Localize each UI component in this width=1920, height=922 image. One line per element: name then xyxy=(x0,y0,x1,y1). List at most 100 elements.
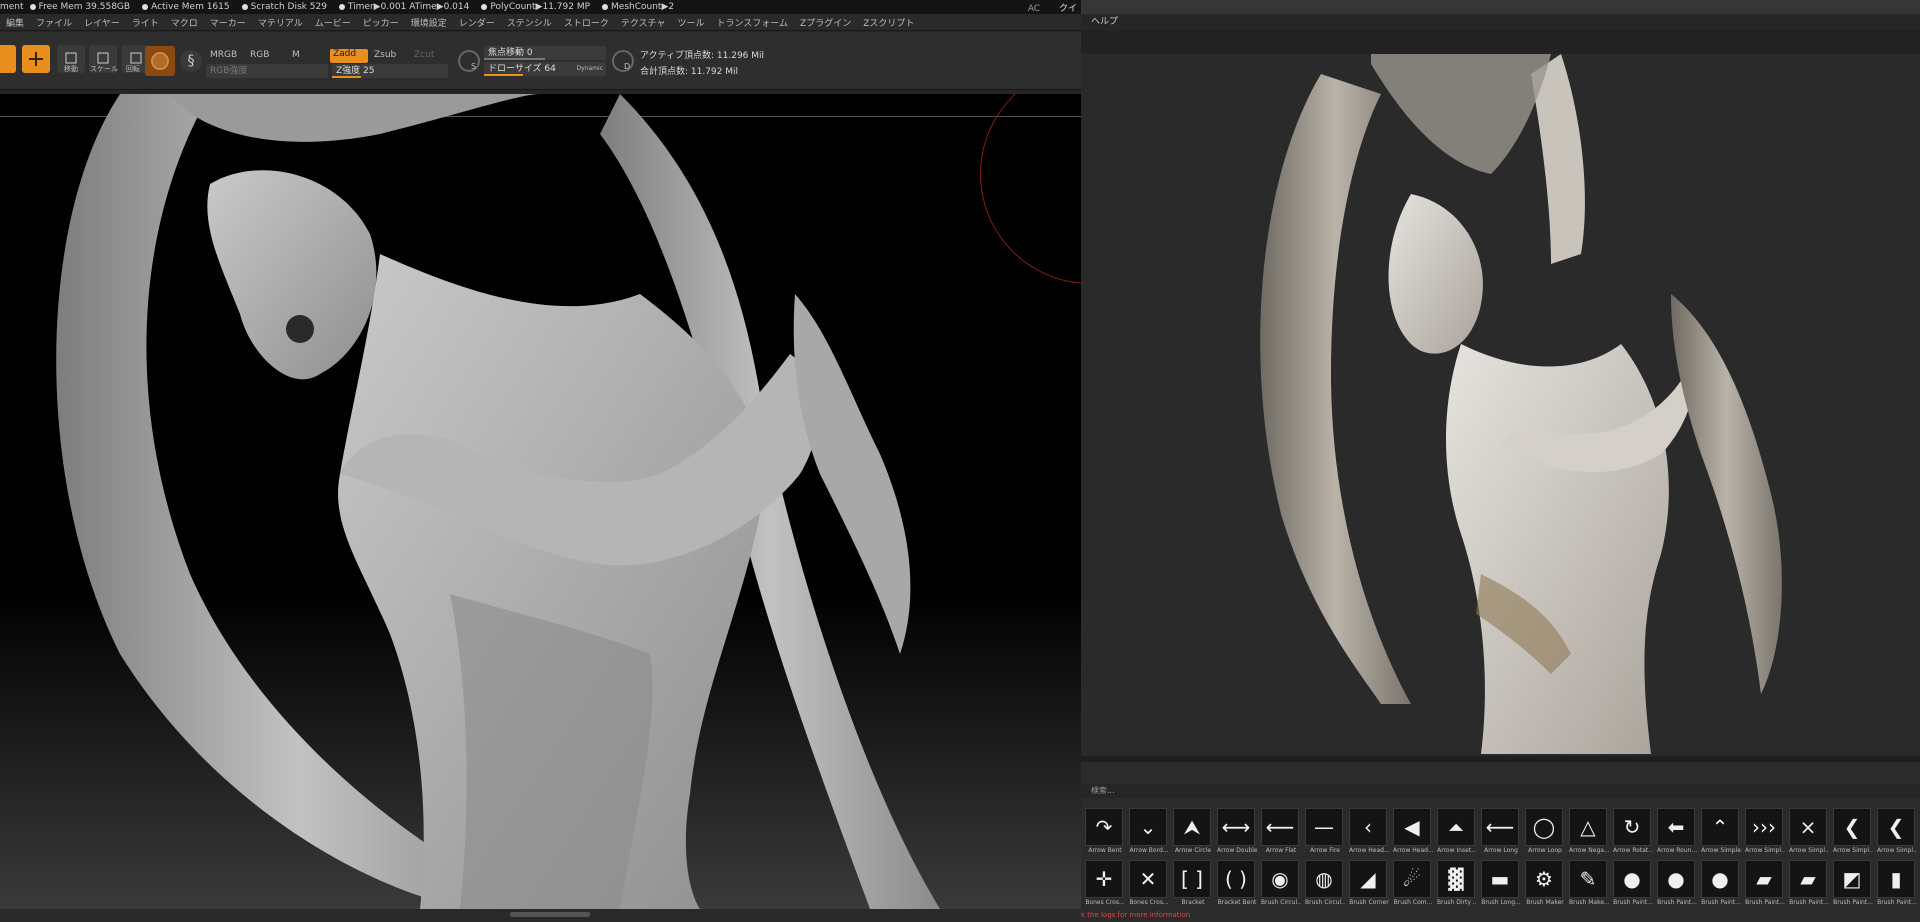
sculpt-viewport[interactable] xyxy=(0,94,1081,909)
brush-item[interactable]: ◯ Arrow Loop xyxy=(1525,808,1565,858)
brush-item[interactable]: ⏶ Arrow Inset... xyxy=(1437,808,1477,858)
menu-edit[interactable]: 編集 xyxy=(6,16,24,29)
menu-stroke[interactable]: ストローク xyxy=(564,16,609,29)
brush-item[interactable]: ↷ Arrow Bent xyxy=(1085,808,1125,858)
menu-render[interactable]: レンダー xyxy=(459,16,495,29)
brush-item[interactable]: ☄ Brush Com... xyxy=(1393,860,1433,910)
brush-item[interactable]: ❮ Arrow Simpl... xyxy=(1833,808,1873,858)
menu-macro[interactable]: マクロ xyxy=(171,16,198,29)
stroke-icon[interactable]: § xyxy=(180,50,202,72)
brush-item[interactable]: ● Brush Paint... xyxy=(1657,860,1697,910)
draw-size-slider[interactable]: ドローサイズ 64 Dynamic xyxy=(484,62,606,76)
menu-layer[interactable]: レイヤー xyxy=(84,16,120,29)
brush-item[interactable]: ● Brush Paint... xyxy=(1613,860,1653,910)
brush-maker-icon: ⚙ xyxy=(1525,860,1563,898)
brush-item[interactable]: ◀ Arrow Head... xyxy=(1393,808,1433,858)
brush-name: Arrow Inset... xyxy=(1437,847,1477,854)
brush-item[interactable]: ⬅ Arrow Roun... xyxy=(1657,808,1697,858)
menu-marker[interactable]: マーカー xyxy=(210,16,246,29)
draw-button[interactable] xyxy=(22,45,50,73)
draw-size-fill xyxy=(484,74,524,76)
brush-item[interactable]: ❮ Arrow Simpl... xyxy=(1877,808,1917,858)
menu-file[interactable]: ファイル xyxy=(36,16,72,29)
arrow-simple-3-icon: ⨯ xyxy=(1789,808,1827,846)
scale-label: スケール xyxy=(90,65,118,73)
menu-preferences[interactable]: 環境設定 xyxy=(411,16,447,29)
menu-zscript[interactable]: Zスクリプト xyxy=(863,16,914,29)
brush-item[interactable]: ▮ Brush Paint... xyxy=(1877,860,1917,910)
status-item: ment xyxy=(0,2,24,12)
shelf-drag-handle[interactable] xyxy=(510,912,590,917)
menu-picker[interactable]: ピッカー xyxy=(363,16,399,29)
z-intensity-slider[interactable]: Z強度 25 xyxy=(332,64,448,78)
arrow-simple-icon: ⌃ xyxy=(1701,808,1739,846)
brush-item[interactable]: ▰ Brush Paint... xyxy=(1745,860,1785,910)
quicksave-label[interactable]: クイ xyxy=(1059,4,1077,14)
zadd-toggle[interactable]: Zadd xyxy=(330,49,368,63)
brush-comet-icon: ☄ xyxy=(1393,860,1431,898)
zsub-toggle[interactable]: Zsub xyxy=(374,50,396,60)
brush-name: Arrow Head... xyxy=(1393,847,1433,854)
brush-item[interactable]: ⮝ Arrow Circle xyxy=(1173,808,1213,858)
brush-name: Bracket xyxy=(1181,899,1205,906)
menu-texture[interactable]: テクスチャ xyxy=(621,16,666,29)
menu-transform[interactable]: トランスフォーム xyxy=(716,16,788,29)
brush-item[interactable]: ››› Arrow Simpl... xyxy=(1745,808,1785,858)
rgb-toggle[interactable]: RGB xyxy=(250,50,269,60)
brush-item[interactable]: — Arrow Fire xyxy=(1305,808,1345,858)
brush-name: Arrow Fire xyxy=(1310,847,1340,854)
focal-shift-slider[interactable]: 焦点移動 0 xyxy=(484,46,606,60)
brush-item[interactable]: ⚙ Brush Maker xyxy=(1525,860,1565,910)
brush-sphere-icon xyxy=(151,52,169,70)
ac-label[interactable]: AC xyxy=(1028,4,1040,14)
total-points-count: 合計頂点数: 11.792 Mil xyxy=(640,67,739,77)
brush-item[interactable]: ⟵ Arrow Long xyxy=(1481,808,1521,858)
brush-item[interactable]: ‹ Arrow Head... xyxy=(1349,808,1389,858)
brush-search-field[interactable]: 検索... xyxy=(1081,784,1920,798)
brush-library-grid: ↷ Arrow Bent ⌄ Arrow Bord... ⮝ Arrow Circle ⟷ A… xyxy=(1085,808,1920,912)
s-brush-circle[interactable] xyxy=(458,50,480,72)
menu-stencil[interactable]: ステンシル xyxy=(507,16,552,29)
bullet-icon xyxy=(29,3,36,10)
preview-viewport[interactable] xyxy=(1081,54,1920,756)
brush-item[interactable]: ● Brush Paint... xyxy=(1701,860,1741,910)
edit-button[interactable] xyxy=(0,45,16,73)
brush-item[interactable]: ◩ Brush Paint... xyxy=(1833,860,1873,910)
brush-item[interactable]: ✛ Bones Cros... xyxy=(1085,860,1125,910)
brush-item[interactable]: ◢ Brush Corner xyxy=(1349,860,1389,910)
brush-item[interactable]: ◉ Brush Circul... xyxy=(1261,860,1301,910)
rgb-intensity-slider[interactable]: RGB強度 xyxy=(206,64,328,78)
mrgb-toggle[interactable]: MRGB xyxy=(210,50,237,60)
dynamic-toggle[interactable]: Dynamic xyxy=(577,62,603,76)
menu-zplugin[interactable]: Zプラグイン xyxy=(800,16,851,29)
brush-item[interactable]: ⨯ Arrow Simpl... xyxy=(1789,808,1829,858)
brush-item[interactable]: ( ) Bracket Bent xyxy=(1217,860,1257,910)
menu-help[interactable]: ヘルプ xyxy=(1091,17,1118,27)
brush-item[interactable]: ⟷ Arrow Double xyxy=(1217,808,1257,858)
menu-light[interactable]: ライト xyxy=(132,16,159,29)
brush-item[interactable]: [ ] Bracket xyxy=(1173,860,1213,910)
m-toggle[interactable]: M xyxy=(292,50,300,60)
brush-item[interactable]: ⌃ Arrow Simple xyxy=(1701,808,1741,858)
brush-item[interactable]: ↻ Arrow Rotat... xyxy=(1613,808,1653,858)
menu-tool[interactable]: ツール xyxy=(677,16,704,29)
brush-item[interactable]: △ Arrow Nega... xyxy=(1569,808,1609,858)
log-message: k the logs for more information xyxy=(1081,911,1191,919)
brush-item[interactable]: ▓ Brush Dirty ... xyxy=(1437,860,1477,910)
brush-item[interactable]: ⌄ Arrow Bord... xyxy=(1129,808,1169,858)
brush-long-icon: ▬ xyxy=(1481,860,1519,898)
menu-movie[interactable]: ムービー xyxy=(315,16,351,29)
brush-item[interactable]: ✎ Brush Make... xyxy=(1569,860,1609,910)
menu-material[interactable]: マテリアル xyxy=(258,16,303,29)
brush-thumbnail[interactable] xyxy=(145,46,175,76)
brush-item[interactable]: ⟵ Arrow Flat xyxy=(1261,808,1301,858)
brush-name: Bones Cros... xyxy=(1085,899,1125,906)
brush-item[interactable]: ◍ Brush Circul... xyxy=(1305,860,1345,910)
brush-item[interactable]: ▬ Brush Long... xyxy=(1481,860,1521,910)
brush-name: Brush Paint... xyxy=(1789,899,1829,906)
brush-item[interactable]: ✕ Bones Cros... xyxy=(1129,860,1169,910)
d-dynamic-circle[interactable] xyxy=(612,50,634,72)
brush-item[interactable]: ▰ Brush Paint... xyxy=(1789,860,1829,910)
panel-divider[interactable] xyxy=(1081,756,1920,762)
zcut-toggle[interactable]: Zcut xyxy=(414,50,434,60)
